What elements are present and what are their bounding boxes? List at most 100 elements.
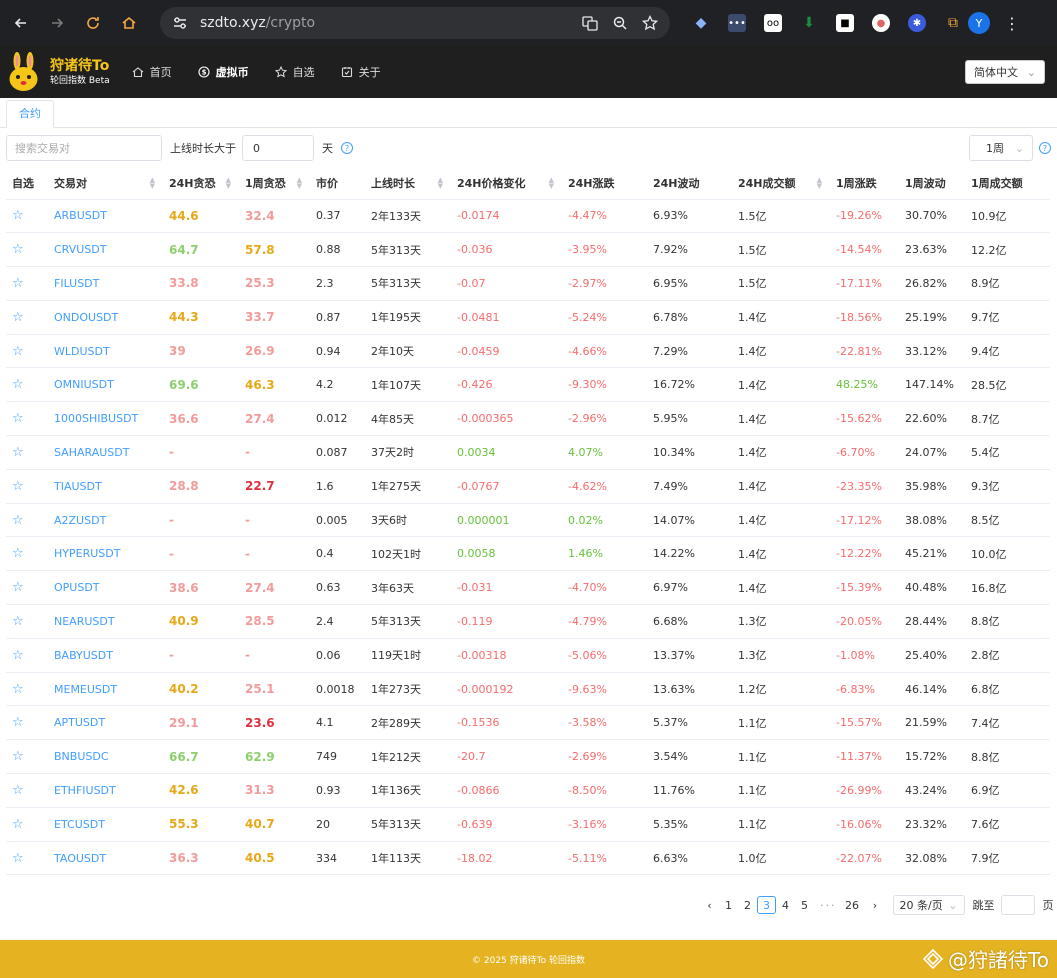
column-header[interactable]: 24H涨跌 <box>562 168 647 200</box>
search-input[interactable]: 搜索交易对 <box>6 135 162 161</box>
goto-page-input[interactable] <box>1000 895 1035 915</box>
cell-pair[interactable]: TAOUSDT <box>48 841 163 876</box>
sort-caret-icon[interactable]: ▲ ▼ <box>297 177 302 190</box>
square-extension-icon[interactable]: ■ <box>836 14 854 32</box>
column-header[interactable]: 24H波动 <box>647 168 732 200</box>
download-extension-icon[interactable]: ⬇ <box>800 14 818 32</box>
column-header[interactable]: 市价 <box>310 168 365 200</box>
reload-button[interactable] <box>82 12 104 34</box>
cell-pair[interactable]: NEARUSDT <box>48 604 163 639</box>
sort-caret-icon[interactable]: ▲ ▼ <box>817 177 822 190</box>
cell-pair[interactable]: ETCUSDT <box>48 807 163 842</box>
cell-pair[interactable]: A2ZUSDT <box>48 503 163 538</box>
favorite-star-icon[interactable]: ☆ <box>6 773 48 808</box>
help-icon[interactable]: ? <box>341 142 353 154</box>
favorite-star-icon[interactable]: ☆ <box>6 739 48 775</box>
column-header[interactable]: 1周成交额 <box>965 168 1050 200</box>
cell-pair[interactable]: BNBUSDC <box>48 739 163 775</box>
period-help-icon[interactable]: ? <box>1039 142 1051 154</box>
column-header[interactable]: 1周贪恐 ▲ ▼ <box>239 168 310 200</box>
column-header[interactable]: 1周涨跌 <box>830 168 899 200</box>
cell-pair[interactable]: ONDOUSDT <box>48 300 163 335</box>
cell-pair[interactable]: ARBUSDT <box>48 199 163 234</box>
zoom-icon[interactable] <box>612 15 628 31</box>
online-days-input[interactable]: 0 <box>242 135 314 161</box>
page-last[interactable]: 26 <box>843 896 862 914</box>
cell-pair[interactable]: WLDUSDT <box>48 334 163 369</box>
cell-pair[interactable]: BABYUSDT <box>48 638 163 673</box>
site-settings-icon[interactable] <box>172 15 188 31</box>
column-header[interactable]: 24H成交额 ▲ ▼ <box>732 168 830 200</box>
brand[interactable]: 狩诸待To 轮回指数 Beta <box>50 57 110 87</box>
column-header[interactable]: 上线时长 ▲ ▼ <box>365 168 451 200</box>
cell-pair[interactable]: CRVUSDT <box>48 232 163 268</box>
sort-caret-icon[interactable]: ▲ ▼ <box>226 177 231 190</box>
column-header[interactable]: 24H贪恐 ▲ ▼ <box>163 168 239 200</box>
favorite-star-icon[interactable]: ☆ <box>6 672 48 707</box>
favorite-star-icon[interactable]: ☆ <box>6 638 48 673</box>
cell-pair[interactable]: APTUSDT <box>48 705 163 741</box>
favorite-star-icon[interactable]: ☆ <box>6 705 48 741</box>
puzzle-extension-icon[interactable]: ⧉ <box>944 14 962 32</box>
profile-avatar[interactable]: Y <box>968 12 990 34</box>
page-1[interactable]: 1 <box>719 896 738 914</box>
page-4[interactable]: 4 <box>776 896 795 914</box>
bookmark-star-icon[interactable] <box>642 15 658 31</box>
favorite-star-icon[interactable]: ☆ <box>6 199 48 234</box>
favorite-star-icon[interactable]: ☆ <box>6 435 48 470</box>
favorite-star-icon[interactable]: ☆ <box>6 367 48 403</box>
browser-menu-icon[interactable]: ⋮ <box>1004 14 1020 33</box>
favorite-star-icon[interactable]: ☆ <box>6 536 48 572</box>
cell-pair[interactable]: FILUSDT <box>48 266 163 301</box>
menu-item-home[interactable]: 首页 <box>132 64 172 80</box>
cell-pair[interactable]: HYPERUSDT <box>48 536 163 572</box>
prev-page-button[interactable]: ‹ <box>700 896 719 914</box>
gem-extension-icon[interactable]: ◆ <box>692 14 710 32</box>
tab-contract[interactable]: 合约 <box>6 100 54 128</box>
menu-item-watchlist[interactable]: 自选 <box>274 64 315 80</box>
glasses-extension-icon[interactable]: oo <box>764 14 782 32</box>
page-size-select[interactable]: 20 条/页 ⌄ <box>892 895 965 915</box>
address-bar[interactable]: szdto.xyz/crypto <box>160 7 670 39</box>
next-page-button[interactable]: › <box>866 896 885 914</box>
dots-extension-icon[interactable]: ••• <box>728 14 746 32</box>
page-2[interactable]: 2 <box>738 896 757 914</box>
page-5[interactable]: 5 <box>795 896 814 914</box>
column-header[interactable]: 1周波动 <box>899 168 965 200</box>
forward-button[interactable] <box>46 12 68 34</box>
favorite-star-icon[interactable]: ☆ <box>6 807 48 842</box>
favorite-star-icon[interactable]: ☆ <box>6 334 48 369</box>
cell-pair[interactable]: MEMEUSDT <box>48 672 163 707</box>
cell-pair[interactable]: OPUSDT <box>48 570 163 606</box>
column-header[interactable]: 24H价格变化 ▲ ▼ <box>451 168 562 200</box>
page-ellipsis[interactable]: ··· <box>820 899 837 912</box>
cell-pair[interactable]: TIAUSDT <box>48 469 163 504</box>
period-select[interactable]: 1周 ⌄ <box>969 135 1033 161</box>
favorite-star-icon[interactable]: ☆ <box>6 469 48 504</box>
favorite-star-icon[interactable]: ☆ <box>6 266 48 301</box>
favorite-star-icon[interactable]: ☆ <box>6 232 48 268</box>
avatar-extension-icon[interactable]: ● <box>872 14 890 32</box>
translate-icon[interactable] <box>582 15 598 31</box>
menu-item-crypto[interactable]: $ 虚拟币 <box>198 64 249 80</box>
favorite-star-icon[interactable]: ☆ <box>6 503 48 538</box>
favorite-star-icon[interactable]: ☆ <box>6 604 48 639</box>
cell-pair[interactable]: 1000SHIBUSDT <box>48 401 163 437</box>
favorite-star-icon[interactable]: ☆ <box>6 841 48 876</box>
page-3-current[interactable]: 3 <box>757 896 776 914</box>
menu-item-about[interactable]: 关于 <box>341 64 381 80</box>
sort-caret-icon[interactable]: ▲ ▼ <box>549 177 554 190</box>
sort-caret-icon[interactable]: ▲ ▼ <box>438 177 443 190</box>
cell-pair[interactable]: OMNIUSDT <box>48 367 163 403</box>
cell-pair[interactable]: ETHFIUSDT <box>48 773 163 808</box>
home-button[interactable] <box>118 12 140 34</box>
favorite-star-icon[interactable]: ☆ <box>6 570 48 606</box>
gear-extension-icon[interactable]: ✱ <box>908 14 926 32</box>
sort-caret-icon[interactable]: ▲ ▼ <box>150 177 155 190</box>
cell-pair[interactable]: SAHARAUSDT <box>48 435 163 470</box>
back-button[interactable] <box>10 12 32 34</box>
favorite-star-icon[interactable]: ☆ <box>6 300 48 335</box>
language-select[interactable]: 简体中文 ⌄ <box>965 60 1045 84</box>
rabbit-logo-icon[interactable] <box>6 52 42 92</box>
favorite-star-icon[interactable]: ☆ <box>6 401 48 437</box>
